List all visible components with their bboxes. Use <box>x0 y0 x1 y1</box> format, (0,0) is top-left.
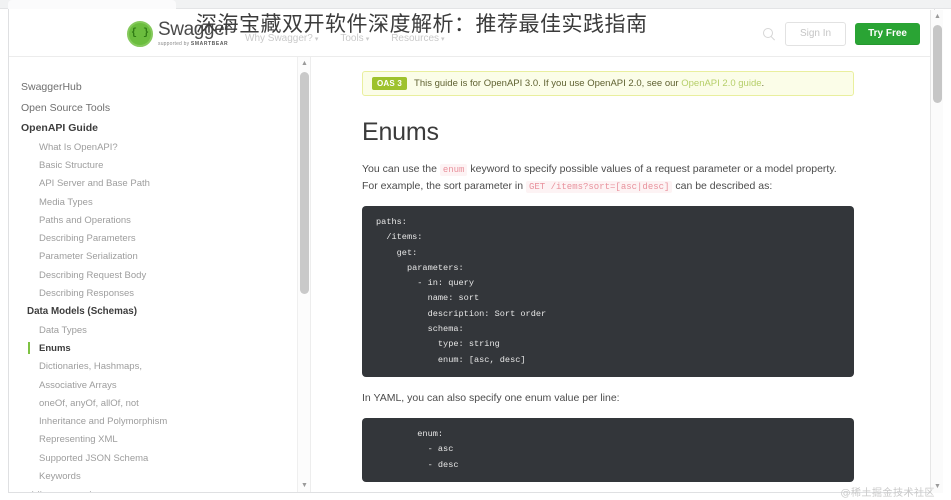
sidebar-item-describing-responses[interactable]: Describing Responses <box>9 285 310 303</box>
sidebar-scrollbar-thumb[interactable] <box>300 72 309 294</box>
intro-paragraph: You can use the enum keyword to specify … <box>362 163 837 193</box>
content-row: SwaggerHub Open Source Tools OpenAPI Gui… <box>9 57 934 492</box>
sidebar-item-paths-and-operations[interactable]: Paths and Operations <box>9 212 310 230</box>
sidebar-item-data-models-schemas[interactable]: Data Models (Schemas) <box>9 303 310 322</box>
logo-tagline: supported by SMARTBEAR <box>158 41 229 47</box>
scroll-down-arrow-icon[interactable]: ▼ <box>298 479 310 492</box>
browser-viewport: Swagger supported by SMARTBEAR Why Swagg… <box>8 9 935 493</box>
overlay-article-title: 深海宝藏双开软件深度解析：推荐最佳实践指南 <box>196 12 648 36</box>
inline-code-enum: enum <box>439 164 468 176</box>
docs-main: OAS 3 This guide is for OpenAPI 3.0. If … <box>311 57 934 492</box>
scroll-up-arrow-icon[interactable]: ▲ <box>298 57 310 70</box>
oas-version-banner: OAS 3 This guide is for OpenAPI 3.0. If … <box>362 71 854 96</box>
header-actions: Sign In Try Free <box>762 22 920 46</box>
page-scrollbar-thumb[interactable] <box>933 25 942 103</box>
sidebar-item-inheritance-and-polymorphism[interactable]: Inheritance and Polymorphism <box>9 413 310 431</box>
page-scroll-up-arrow-icon[interactable]: ▲ <box>931 10 944 23</box>
sidebar-item-open-source-tools[interactable]: Open Source Tools <box>9 98 310 119</box>
sidebar-item-keywords[interactable]: Keywords <box>9 468 310 486</box>
screenshot-root: Swagger supported by SMARTBEAR Why Swagg… <box>0 0 951 500</box>
sidebar-item-representing-xml[interactable]: Representing XML <box>9 431 310 449</box>
oas-version-badge: OAS 3 <box>372 77 408 90</box>
sidebar-list: SwaggerHub Open Source Tools OpenAPI Gui… <box>9 77 310 492</box>
watermark: @稀土掘金技术社区 <box>840 488 935 499</box>
browser-tab[interactable] <box>8 0 176 9</box>
sidebar-item-swaggerhub[interactable]: SwaggerHub <box>9 77 310 98</box>
sidebar-scrollbar[interactable]: ▲ ▼ <box>297 57 310 492</box>
inline-code-get-items: GET /items?sort=[asc|desc] <box>526 181 673 193</box>
search-icon[interactable] <box>762 27 776 41</box>
sidebar-item-parameter-serialization[interactable]: Parameter Serialization <box>9 248 310 266</box>
sidebar-item-associative-arrays[interactable]: Associative Arrays <box>9 376 310 394</box>
sidebar-item-data-types[interactable]: Data Types <box>9 322 310 340</box>
sidebar-item-api-server-and-base-path[interactable]: API Server and Base Path <box>9 175 310 193</box>
sidebar-item-adding-examples[interactable]: Adding Examples <box>9 486 310 492</box>
page-scrollbar[interactable]: ▲ ▼ <box>930 10 943 493</box>
swagger-brace-icon <box>127 20 153 47</box>
sidebar-item-dictionaries-hashmaps[interactable]: Dictionaries, Hashmaps, <box>9 358 310 376</box>
try-free-button[interactable]: Try Free <box>855 23 920 45</box>
sidebar-item-supported-json-schema[interactable]: Supported JSON Schema <box>9 449 310 467</box>
oas-banner-text: This guide is for OpenAPI 3.0. If you us… <box>414 78 765 89</box>
sidebar-item-basic-structure[interactable]: Basic Structure <box>9 157 310 175</box>
sidebar-item-describing-request-body[interactable]: Describing Request Body <box>9 267 310 285</box>
yaml-list-paragraph: In YAML, you can also specify one enum v… <box>362 391 620 404</box>
yaml-code-block-parameters: paths: /items: get: parameters: - in: qu… <box>362 206 854 377</box>
sidebar-item-oneof-anyof-allof-not[interactable]: oneOf, anyOf, allOf, not <box>9 395 310 413</box>
sidebar-item-media-types[interactable]: Media Types <box>9 194 310 212</box>
openapi-2-guide-link[interactable]: OpenAPI 2.0 guide <box>681 78 761 89</box>
sidebar-item-enums[interactable]: Enums <box>9 340 310 358</box>
page-title: Enums <box>362 118 439 146</box>
docs-sidebar: SwaggerHub Open Source Tools OpenAPI Gui… <box>9 57 311 492</box>
sign-in-button[interactable]: Sign In <box>784 22 847 46</box>
sidebar-item-describing-parameters[interactable]: Describing Parameters <box>9 230 310 248</box>
sidebar-item-openapi-guide[interactable]: OpenAPI Guide <box>9 119 310 139</box>
sidebar-item-what-is-openapi[interactable]: What Is OpenAPI? <box>9 139 310 157</box>
yaml-code-block-enum-list: enum: - asc - desc <box>362 417 854 482</box>
